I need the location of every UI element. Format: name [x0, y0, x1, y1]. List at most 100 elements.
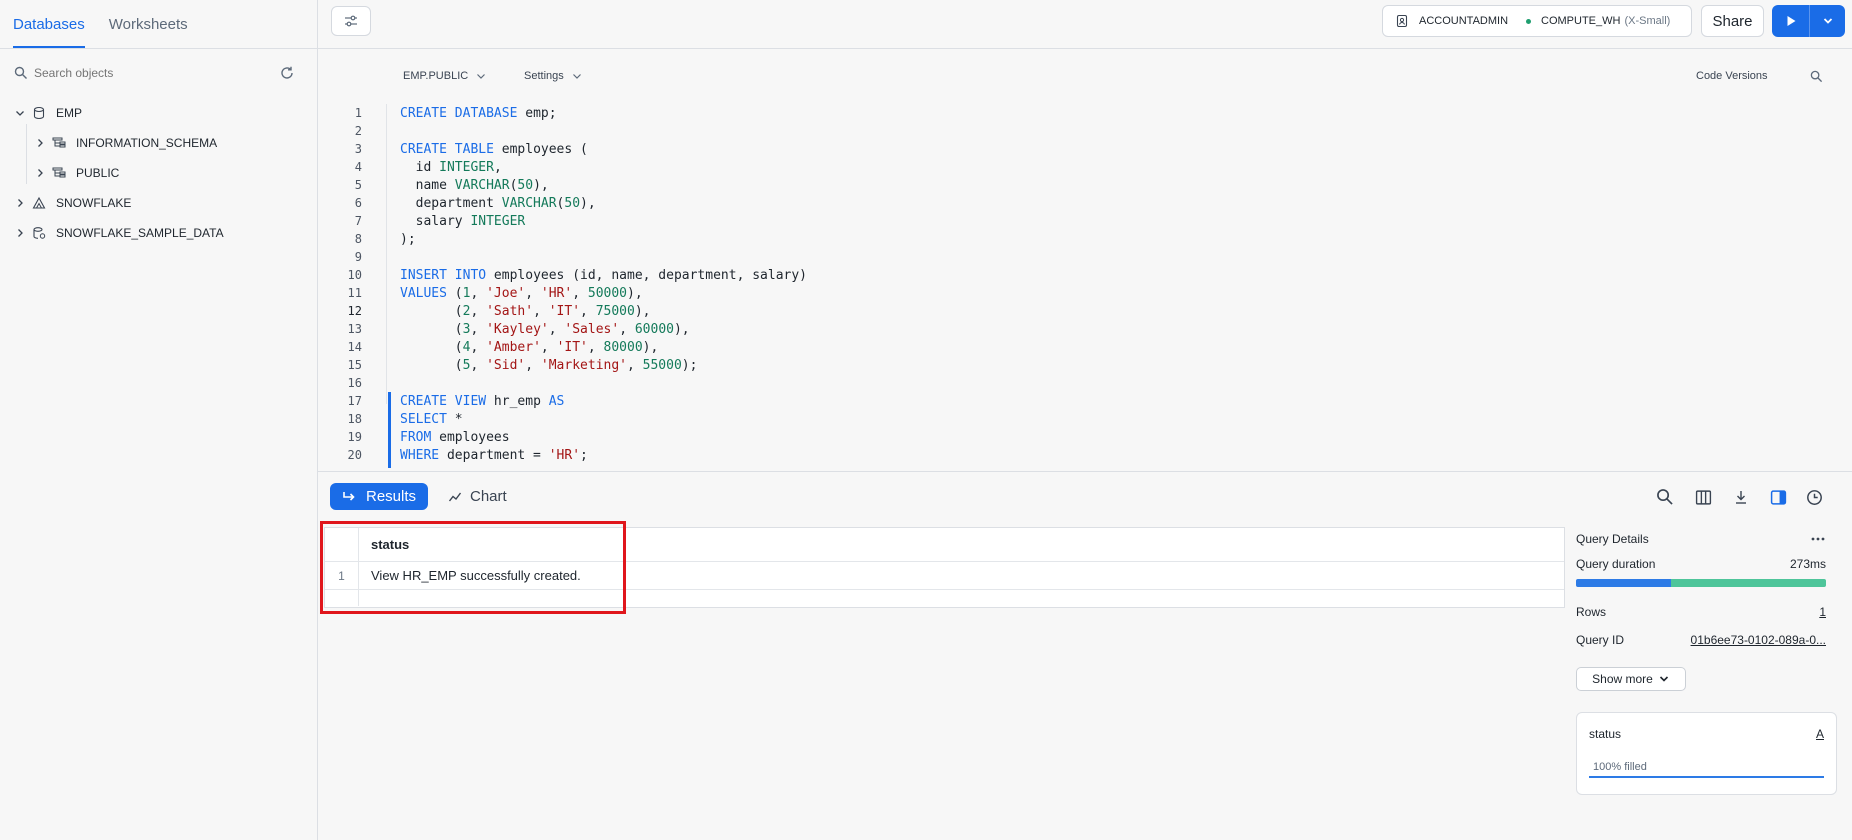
line-number: 10	[347, 268, 362, 282]
show-more-button[interactable]: Show more	[1576, 667, 1686, 691]
tree-item-label: SNOWFLAKE_SAMPLE_DATA	[56, 226, 224, 240]
code-line-text: INSERT INTO employees (id, name, departm…	[400, 267, 808, 283]
tree-item-public[interactable]: PUBLIC	[0, 158, 317, 188]
line-number: 11	[347, 286, 362, 300]
code-line[interactable]: 7 salary INTEGER	[318, 212, 1852, 230]
rows-value-link[interactable]: 1	[1819, 605, 1826, 619]
line-number: 13	[347, 322, 362, 336]
tree-item-label: SNOWFLAKE	[56, 196, 132, 210]
tree-item-snowflake[interactable]: SNOWFLAKE	[0, 188, 317, 218]
results-tab[interactable]: Results	[330, 483, 428, 510]
download-button[interactable]	[1731, 487, 1751, 507]
chevron-right-icon[interactable]	[34, 167, 46, 179]
chevron-right-icon[interactable]	[14, 227, 26, 239]
code-line[interactable]: 18 SELECT *	[318, 410, 1852, 428]
code-line[interactable]: 15 (5, 'Sid', 'Marketing', 55000);	[318, 356, 1852, 374]
role-badge-icon	[1396, 14, 1408, 28]
schema-icon	[52, 136, 66, 150]
code-line-text: (5, 'Sid', 'Marketing', 55000);	[400, 357, 698, 373]
line-number: 9	[354, 250, 362, 264]
arrow-turn-icon	[343, 491, 355, 501]
code-line[interactable]: 11 VALUES (1, 'Joe', 'HR', 50000),	[318, 284, 1852, 302]
table-row-empty	[325, 590, 1564, 606]
code-line[interactable]: 13 (3, 'Kayley', 'Sales', 60000),	[318, 320, 1852, 338]
toggle-details-panel-button[interactable]	[1768, 487, 1788, 507]
query-history-button[interactable]	[1804, 487, 1824, 507]
results-toolbar: Results Chart	[318, 471, 1852, 520]
code-versions-label: Code Versions	[1696, 70, 1768, 82]
tree-item-emp[interactable]: EMP	[0, 98, 317, 128]
sql-editor[interactable]: EMP.PUBLIC Settings Code Versions 1 CREAT…	[318, 50, 1852, 471]
tree-item-label: PUBLIC	[76, 166, 120, 180]
run-options-button[interactable]	[1810, 5, 1845, 37]
search-objects-input[interactable]	[34, 66, 279, 80]
code-line[interactable]: 3 CREATE TABLE employees (	[318, 140, 1852, 158]
more-options-icon[interactable]	[1810, 536, 1826, 542]
query-id-link[interactable]: 01b6ee73-0102-089a-0...	[1691, 633, 1826, 647]
chevron-down-icon	[1659, 676, 1668, 682]
query-duration-bar[interactable]	[1576, 579, 1826, 587]
sidebar-tabs: Databases Worksheets	[0, 0, 317, 49]
code-line-text: VALUES (1, 'Joe', 'HR', 50000),	[400, 285, 643, 301]
line-number: 18	[347, 412, 362, 426]
code-line[interactable]: 14 (4, 'Amber', 'IT', 80000),	[318, 338, 1852, 356]
code-line[interactable]: 6 department VARCHAR(50),	[318, 194, 1852, 212]
role-warehouse-selector[interactable]: ACCOUNTADMIN COMPUTE_WH (X-Small)	[1382, 5, 1692, 37]
tree-item-information-schema[interactable]: INFORMATION_SCHEMA	[0, 128, 317, 158]
code-line[interactable]: 1 CREATE DATABASE emp;	[318, 104, 1852, 122]
code-line[interactable]: 5 name VARCHAR(50),	[318, 176, 1852, 194]
code-line-text: name VARCHAR(50),	[400, 177, 549, 193]
column-fill-indicator: 100% filled	[1589, 761, 1824, 778]
database-context-selector[interactable]: EMP.PUBLIC	[403, 70, 486, 82]
code-line-text: WHERE department = 'HR';	[400, 447, 588, 463]
code-line[interactable]: 10 INSERT INTO employees (id, name, depar…	[318, 266, 1852, 284]
chevron-down-icon[interactable]	[14, 107, 26, 119]
code-line[interactable]: 12 (2, 'Sath', 'IT', 75000),	[318, 302, 1852, 320]
code-line-text: CREATE DATABASE emp;	[400, 105, 557, 121]
tree-item-snowflake-sample-data[interactable]: SNOWFLAKE_SAMPLE_DATA	[0, 218, 317, 248]
columns-button[interactable]	[1693, 487, 1713, 507]
run-button[interactable]	[1772, 5, 1810, 37]
code-line-text: CREATE TABLE employees (	[400, 141, 588, 157]
results-table: status 1 View HR_EMP successfully create…	[324, 527, 1565, 608]
editor-search-button[interactable]	[1810, 70, 1823, 83]
object-explorer-sidebar: Databases Worksheets EMP INFORMATION_SCH…	[0, 0, 318, 840]
tree-guide-line	[26, 124, 27, 184]
database-icon	[32, 106, 46, 120]
search-icon	[1810, 70, 1823, 83]
code-line[interactable]: 9	[318, 248, 1852, 266]
rows-row: Rows 1	[1576, 601, 1826, 623]
columns-icon	[1695, 489, 1711, 505]
settings-dropdown[interactable]: Settings	[524, 70, 582, 82]
code-line[interactable]: 17 CREATE VIEW hr_emp AS	[318, 392, 1852, 410]
tab-worksheets[interactable]: Worksheets	[109, 0, 188, 48]
tab-databases[interactable]: Databases	[13, 0, 85, 48]
filter-toggle-button[interactable]	[331, 6, 371, 36]
editor-toolbar: EMP.PUBLIC Settings Code Versions	[318, 70, 1852, 88]
duration-segment-compilation	[1576, 579, 1671, 587]
statement-selection-bar	[388, 392, 391, 468]
code-versions-button[interactable]: Code Versions	[1696, 70, 1768, 82]
line-number: 12	[347, 304, 362, 318]
code-lines[interactable]: 1 CREATE DATABASE emp; 2 3 CREATE TABLE empl…	[318, 104, 1852, 468]
schema-icon	[52, 166, 66, 180]
table-row[interactable]: 1 View HR_EMP successfully created.	[325, 562, 1564, 590]
share-button[interactable]: Share	[1701, 5, 1764, 37]
table-cell[interactable]: View HR_EMP successfully created.	[359, 562, 581, 589]
code-line[interactable]: 2	[318, 122, 1852, 140]
results-search-button[interactable]	[1655, 487, 1675, 507]
row-number	[325, 590, 359, 606]
code-line[interactable]: 4 id INTEGER,	[318, 158, 1852, 176]
chevron-right-icon[interactable]	[34, 137, 46, 149]
warehouse-status-dot	[1526, 18, 1532, 24]
chevron-right-icon[interactable]	[14, 197, 26, 209]
code-line[interactable]: 8);	[318, 230, 1852, 248]
column-header-status[interactable]: status	[359, 528, 409, 561]
code-line[interactable]: 20 WHERE department = 'HR';	[318, 446, 1852, 464]
code-line[interactable]: 16	[318, 374, 1852, 392]
refresh-icon[interactable]	[279, 65, 295, 81]
split-panel-icon	[1770, 489, 1786, 505]
code-line[interactable]: 19 FROM employees	[318, 428, 1852, 446]
chart-tab[interactable]: Chart	[448, 483, 507, 510]
column-summary-card[interactable]: status A 100% filled	[1576, 712, 1837, 795]
